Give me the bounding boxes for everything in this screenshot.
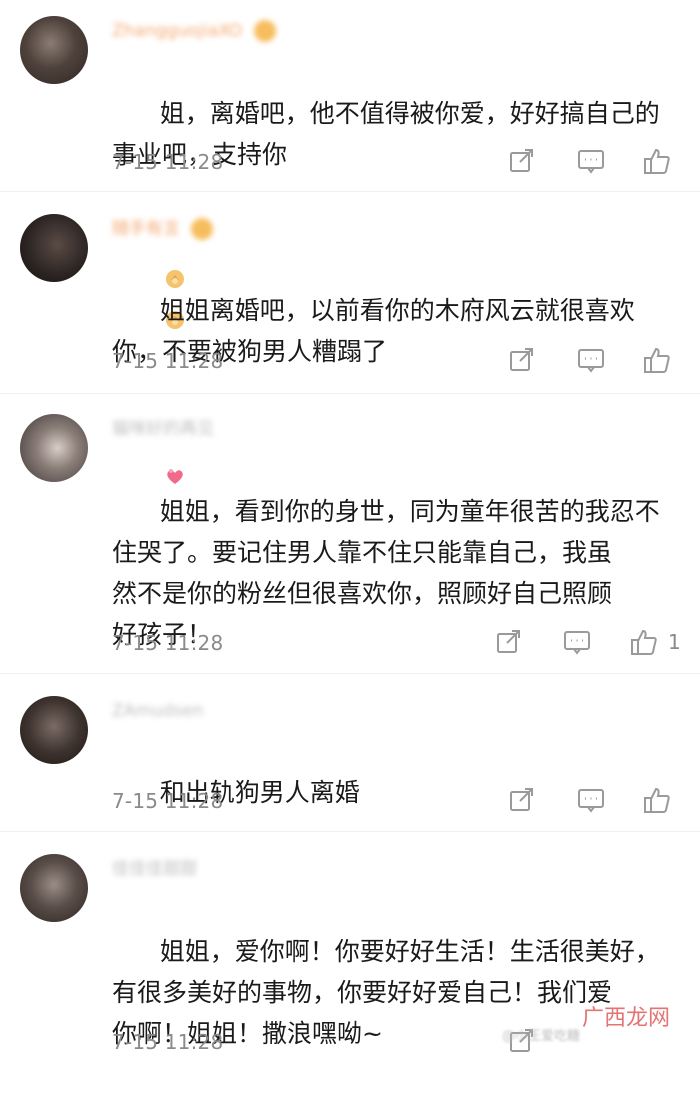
comment-actions: 1 bbox=[490, 628, 690, 658]
verified-badge-icon bbox=[191, 218, 214, 240]
username[interactable]: 猫咪好的再见 bbox=[112, 416, 214, 442]
timestamp: 7-15 11:28 bbox=[112, 150, 224, 174]
comment-item: 猫咪好的再见 姐姐，看到你的身世，同为童年很苦的我忍不 住哭了。要记住男人靠不住… bbox=[0, 394, 700, 674]
username-text[interactable]: 随手有言 bbox=[112, 219, 180, 239]
username-text[interactable]: ZAmudsen bbox=[112, 701, 204, 721]
avatar[interactable] bbox=[20, 16, 88, 84]
comment-icon[interactable] bbox=[563, 628, 591, 656]
thumbs-up-icon[interactable] bbox=[643, 346, 671, 374]
username-text[interactable]: 佳佳佳甜甜 bbox=[112, 859, 197, 879]
comment-body: 姐姐，看到你的身世，同为童年很苦的我忍不 住哭了。要记住男人靠不住只能靠自己，我… bbox=[112, 497, 660, 649]
thumbs-up-icon[interactable] bbox=[630, 628, 658, 656]
avatar[interactable] bbox=[20, 414, 88, 482]
comment-actions bbox=[500, 786, 690, 816]
comment-icon[interactable] bbox=[577, 346, 605, 374]
comment-item: 随手有言 姐姐离婚吧，以前看你的木府风云就很喜欢 你，不要被狗男人糟蹋了 7-1… bbox=[0, 192, 700, 484]
avatar[interactable] bbox=[20, 854, 88, 922]
timestamp: 7-15 11:28 bbox=[112, 631, 224, 655]
comment-icon[interactable] bbox=[577, 147, 605, 175]
comment-icon[interactable] bbox=[577, 786, 605, 814]
timestamp: 7-15 11:28 bbox=[112, 789, 224, 813]
username[interactable]: ZAmudsen bbox=[112, 698, 204, 724]
comment-text: 姐姐，看到你的身世，同为童年很苦的我忍不 住哭了。要记住男人靠不住只能靠自己，我… bbox=[112, 450, 672, 696]
timestamp: 7-15 11:28 bbox=[112, 349, 224, 373]
share-icon[interactable] bbox=[508, 346, 536, 374]
avatar[interactable] bbox=[20, 696, 88, 764]
comment-text: 姐姐，爱你啊！你要好好生活！生活很美好， 有很多美好的事物，你要好好爱自己！我们… bbox=[112, 890, 672, 1095]
share-icon[interactable] bbox=[495, 628, 523, 656]
username-text[interactable]: ZhangguojiaXO bbox=[112, 21, 242, 41]
comment-item: ZAmudsen 和出轨狗男人离婚 7-15 11:28 bbox=[0, 674, 700, 832]
username[interactable]: 随手有言 bbox=[112, 216, 214, 242]
comment-actions bbox=[500, 147, 690, 177]
avatar[interactable] bbox=[20, 214, 88, 282]
username-text[interactable]: 猫咪好的再见 bbox=[112, 419, 214, 439]
username[interactable]: 佳佳佳甜甜 bbox=[112, 856, 197, 882]
watermark-handle: @小王爱吃糖 bbox=[501, 1029, 580, 1044]
timestamp: 7-15 11:28 bbox=[112, 1030, 224, 1054]
verified-badge-icon bbox=[253, 20, 276, 42]
share-icon[interactable] bbox=[508, 147, 536, 175]
like-count: 1 bbox=[668, 630, 681, 654]
thumbs-up-icon[interactable] bbox=[643, 147, 671, 175]
comment-feed: ZhangguojiaXO 姐，离婚吧，他不值得被你爱，好好搞自己的 事业吧，支… bbox=[0, 0, 700, 1054]
share-icon[interactable] bbox=[508, 786, 536, 814]
comment-item: ZhangguojiaXO 姐，离婚吧，他不值得被你爱，好好搞自己的 事业吧，支… bbox=[0, 0, 700, 329]
comment-actions bbox=[500, 346, 690, 376]
thumbs-up-icon[interactable] bbox=[643, 786, 671, 814]
watermark: 广西龙网 bbox=[581, 1006, 670, 1031]
username[interactable]: ZhangguojiaXO bbox=[112, 18, 276, 44]
